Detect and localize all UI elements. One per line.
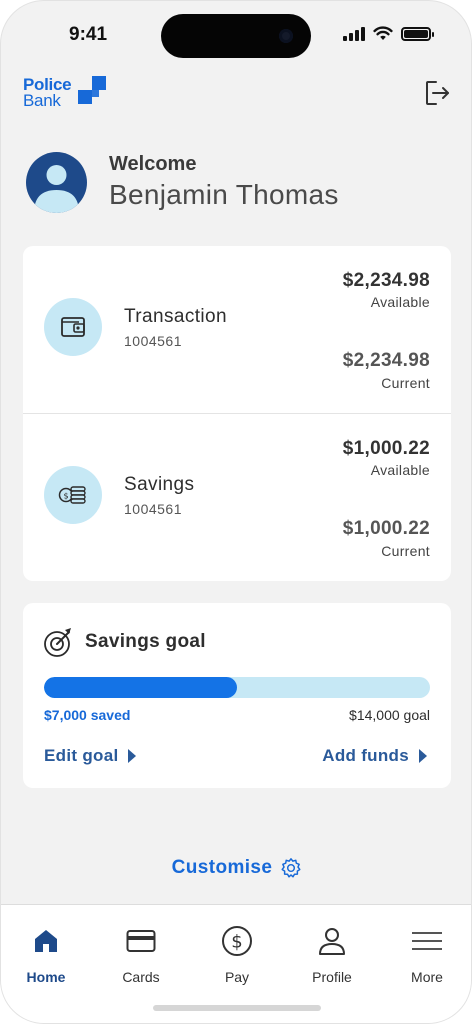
- status-time: 9:41: [69, 24, 108, 45]
- target-icon: [44, 628, 71, 657]
- svg-text:$: $: [231, 932, 242, 953]
- saved-amount: $7,000 saved: [44, 707, 131, 723]
- coins-icon: $: [58, 486, 86, 504]
- svg-text:$: $: [63, 492, 68, 501]
- tab-label: Pay: [224, 969, 250, 985]
- camera-icon: [279, 29, 293, 43]
- current-label: Current: [381, 375, 430, 391]
- dynamic-island: [161, 14, 311, 58]
- avatar: [26, 152, 87, 213]
- edit-goal-label: Edit goal: [44, 746, 119, 765]
- account-name: Transaction: [124, 306, 227, 327]
- account-icon-circle: [44, 298, 102, 356]
- user-avatar-icon: [34, 165, 79, 213]
- logo-squares-icon: [78, 76, 106, 106]
- edit-goal-button[interactable]: Edit goal: [44, 746, 137, 766]
- savings-progress-bar: [44, 677, 430, 698]
- tab-label: Profile: [312, 969, 352, 985]
- tab-more[interactable]: More: [380, 925, 471, 985]
- status-bar: 9:41: [1, 1, 471, 63]
- welcome-label: Welcome: [109, 153, 197, 175]
- person-icon: [316, 925, 348, 957]
- tab-pay[interactable]: $ Pay: [190, 925, 284, 985]
- account-icon-circle: $: [44, 466, 102, 524]
- app-screen: 9:41 Police Bank Welcome Benjamin Thomas…: [0, 0, 472, 1024]
- logout-button[interactable]: [421, 77, 453, 109]
- wallet-icon: [61, 317, 85, 337]
- customise-label: Customise: [171, 857, 273, 878]
- tab-cards[interactable]: Cards: [94, 925, 188, 985]
- home-indicator[interactable]: [153, 1005, 321, 1011]
- savings-progress-fill: [44, 677, 237, 698]
- tab-label: More: [411, 969, 443, 985]
- chevron-right-icon: [419, 749, 427, 763]
- menu-icon: [411, 925, 443, 957]
- add-funds-button[interactable]: Add funds: [322, 746, 427, 766]
- tab-label: Home: [26, 969, 66, 985]
- goal-amount: $14,000 goal: [349, 707, 430, 723]
- account-row-transaction[interactable]: Transaction 1004561 $2,234.98 Available …: [23, 246, 451, 413]
- account-number: 1004561: [124, 501, 183, 517]
- dollar-icon: $: [221, 925, 253, 957]
- available-label: Available: [370, 294, 430, 310]
- wifi-icon: [373, 26, 393, 40]
- home-icon: [30, 925, 62, 957]
- logout-icon: [426, 81, 449, 105]
- tab-label: Cards: [122, 969, 160, 985]
- card-icon: [125, 925, 157, 957]
- tab-home[interactable]: Home: [1, 925, 93, 985]
- accounts-card: Transaction 1004561 $2,234.98 Available …: [23, 246, 451, 581]
- user-name: Benjamin Thomas: [109, 179, 339, 210]
- customise-button[interactable]: Customise: [1, 857, 471, 879]
- logo-text-line2: Bank: [23, 91, 61, 110]
- chevron-right-icon: [128, 749, 137, 763]
- tab-profile[interactable]: Profile: [285, 925, 379, 985]
- battery-icon: [401, 26, 434, 41]
- cellular-signal-icon: [343, 26, 365, 41]
- gear-icon: [281, 858, 301, 878]
- police-bank-logo: Police Bank: [23, 75, 113, 110]
- savings-goal-title: Savings goal: [85, 631, 206, 652]
- available-label: Available: [370, 462, 430, 478]
- current-balance: $2,234.98: [342, 350, 430, 371]
- current-balance: $1,000.22: [342, 518, 430, 539]
- account-row-savings[interactable]: $ Savings 1004561 $1,000.22 Available $1…: [23, 413, 451, 580]
- account-name: Savings: [124, 474, 195, 495]
- status-icons: [343, 26, 434, 41]
- savings-goal-card: Savings goal $7,000 saved $14,000 goal E…: [23, 603, 451, 788]
- account-number: 1004561: [124, 333, 183, 349]
- available-balance: $2,234.98: [342, 270, 430, 291]
- add-funds-label: Add funds: [322, 746, 409, 765]
- current-label: Current: [381, 543, 430, 559]
- available-balance: $1,000.22: [342, 438, 430, 459]
